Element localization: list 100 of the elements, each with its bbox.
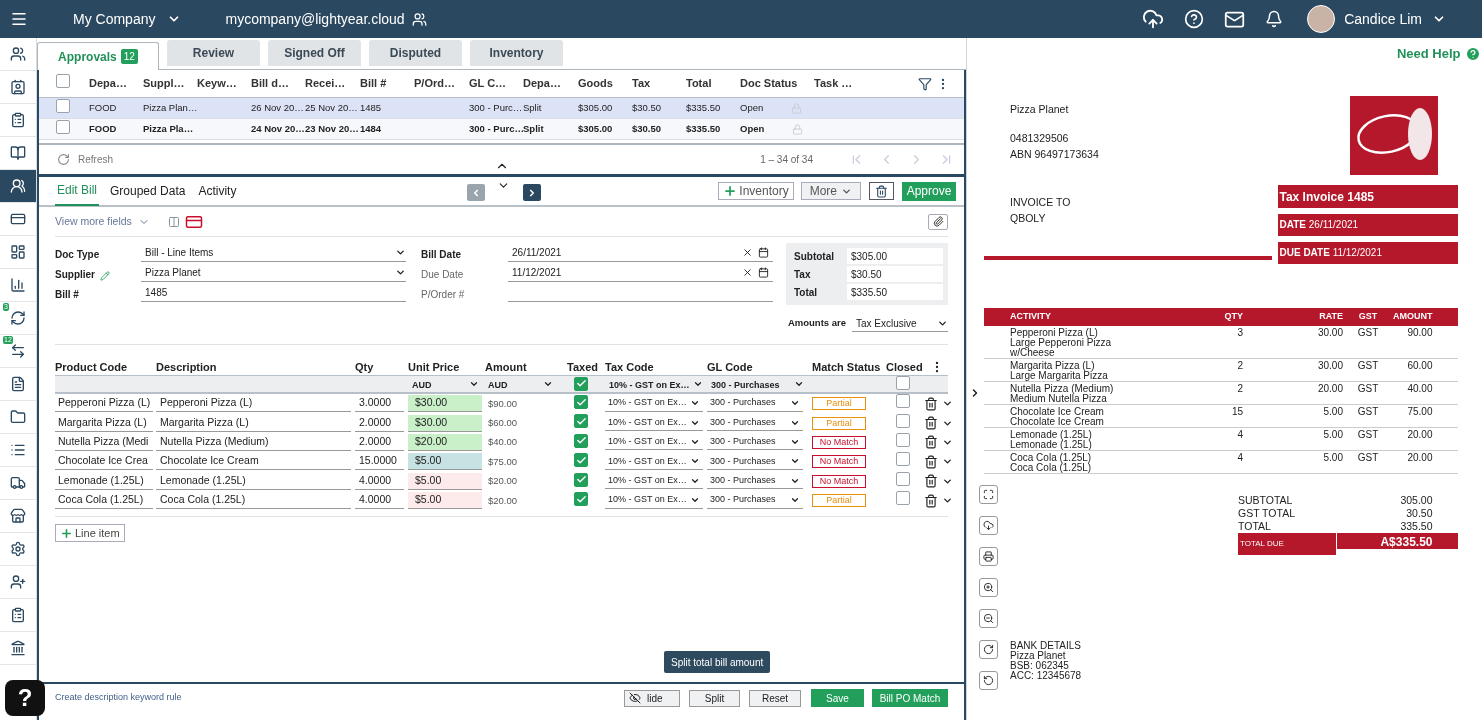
sidebar-item[interactable] [0,170,36,203]
column-header[interactable]: Doc Status [740,75,814,92]
calendar-icon[interactable] [758,266,769,278]
gl-code-dropdown[interactable]: 300 - Purchases [707,395,803,412]
tab[interactable]: Approvals 12 [37,42,159,70]
column-header[interactable]: Depa… [523,75,578,92]
upload-icon[interactable] [1142,8,1165,30]
description-field[interactable]: Coca Cola (1.25L) [156,492,351,510]
clear-icon[interactable] [742,246,753,258]
delete-icon[interactable] [924,416,938,431]
column-header[interactable]: Bill # [360,75,414,92]
taxed-checkbox[interactable] [574,433,588,448]
column-header[interactable]: Recei… [305,75,360,92]
hide-button[interactable]: lide [624,689,680,707]
amounts-are-dropdown[interactable]: Tax Exclusive [852,315,948,332]
description-field[interactable]: Lemonade (1.25L) [156,472,351,490]
closed-checkbox[interactable] [896,433,910,448]
currency-dropdown[interactable]: AUD [408,378,485,392]
delete-icon[interactable] [924,474,938,489]
gl-code-dropdown[interactable]: 300 - Purchases [707,415,803,432]
clear-icon[interactable] [742,266,753,278]
layout-icon[interactable] [167,215,180,228]
unit-price-field[interactable]: $5.00 [408,492,482,510]
column-header[interactable]: GL C… [469,75,523,92]
table-row[interactable]: FOOD Pizza Pla… 24 Nov 20…23 Nov 20…1484 300 - Purc…Split $305.00 $30.50 $335.50 Open [39,119,964,140]
users-icon[interactable] [411,11,427,27]
column-header[interactable]: Depa… [89,75,143,92]
tax-code-dropdown[interactable]: 10% - GST on Ex… [605,492,703,509]
quantity-field[interactable]: 2.0000 [355,433,404,451]
table-row[interactable]: FOOD Pizza Plan… 26 Nov 20…25 Nov 20… 1485 300 - Purc…Split $305.00 $30.50 $335.50 Open [39,98,964,119]
unit-price-field[interactable]: $20.00 [408,433,482,451]
filter-icon[interactable] [918,77,932,91]
column-header[interactable]: Tax [632,75,686,92]
more-button[interactable]: More [800,182,861,200]
help-icon[interactable] [1184,9,1205,29]
column-header[interactable]: P/Ord… [414,75,469,92]
inventory-button[interactable]: Inventory [718,182,794,200]
form-field[interactable]: 26/11/2021 [508,243,773,262]
print-button[interactable] [979,547,998,566]
tax-code-dropdown[interactable]: 10% - GST on Ex… [605,434,703,451]
reset-button[interactable]: Reset [749,689,801,707]
tax-code-dropdown[interactable]: 10% - GST on Ex… [605,415,703,432]
delete-icon[interactable] [924,396,938,411]
tab[interactable]: Grouped Data [108,176,188,206]
taxed-checkbox[interactable] [574,472,588,487]
closed-checkbox[interactable] [896,491,910,506]
next-record-button[interactable] [523,184,541,201]
product-code-field[interactable]: Coca Cola (1.25L) [55,492,153,510]
tax-code-dropdown[interactable]: 10% - GST on Ex… [605,378,707,392]
unit-price-field[interactable]: $5.00 [408,472,482,490]
rotate-counterclockwise-button[interactable] [979,671,998,690]
menu-icon[interactable] [10,10,28,28]
currency-dropdown[interactable]: AUD [485,378,567,392]
tab[interactable]: Inventory [470,40,563,66]
taxed-checkbox[interactable] [574,395,588,410]
download-button[interactable] [979,516,998,535]
tab[interactable]: Signed Off [268,40,361,66]
closed-checkbox[interactable] [896,452,910,467]
closed-checkbox[interactable] [896,376,910,390]
column-header[interactable]: Suppl… [143,75,197,92]
zoom-out-button[interactable] [979,609,998,628]
quantity-field[interactable]: 3.0000 [355,395,404,413]
column-header[interactable]: Task … [814,75,964,92]
create-rule-link[interactable]: Create description keyword rule [55,691,182,705]
fullscreen-button[interactable] [979,485,998,504]
form-field[interactable]: 11/12/2021 [508,263,773,282]
user-menu[interactable]: Candice Lim [1344,8,1446,30]
description-field[interactable]: Nutella Pizza (Medium) [156,433,351,451]
gl-code-dropdown[interactable]: 300 - Purchases [707,378,812,392]
help-button[interactable]: ? [5,680,45,716]
company-selector[interactable]: My Company [73,8,182,30]
closed-checkbox[interactable] [896,394,910,409]
rotate-clockwise-button[interactable] [979,640,998,659]
need-help-link[interactable]: Need Help [1396,44,1461,64]
product-code-field[interactable]: Margarita Pizza (L) [55,414,153,432]
taxed-checkbox[interactable] [574,453,588,468]
unit-price-field[interactable]: $30.00 [408,395,482,413]
zoom-in-button[interactable] [979,578,998,597]
split-button[interactable]: Split [689,689,740,707]
tab[interactable]: Review [167,40,260,66]
taxed-checkbox[interactable] [574,492,588,506]
add-line-item-button[interactable]: Line item [55,524,125,543]
closed-checkbox[interactable] [896,471,910,486]
calendar-icon[interactable] [758,246,769,258]
column-header[interactable]: Goods [578,75,632,92]
quantity-field[interactable]: 2.0000 [355,414,404,432]
closed-checkbox[interactable] [896,413,910,428]
delete-button[interactable] [869,182,894,200]
tax-code-dropdown[interactable]: 10% - GST on Ex… [605,395,703,412]
row-checkbox[interactable] [56,119,70,134]
unit-price-field[interactable]: $30.00 [408,414,482,432]
delete-icon[interactable] [924,435,938,450]
delete-icon[interactable] [924,454,938,469]
refresh-icon[interactable] [57,153,70,166]
column-header[interactable]: Keyw… [197,75,251,92]
description-field[interactable]: Pepperoni Pizza (L) [156,395,351,413]
gl-code-dropdown[interactable]: 300 - Purchases [707,492,803,509]
select-all-checkbox[interactable] [56,74,70,89]
row-checkbox[interactable] [56,98,70,113]
description-field[interactable]: Chocolate Ice Cream [156,453,351,471]
